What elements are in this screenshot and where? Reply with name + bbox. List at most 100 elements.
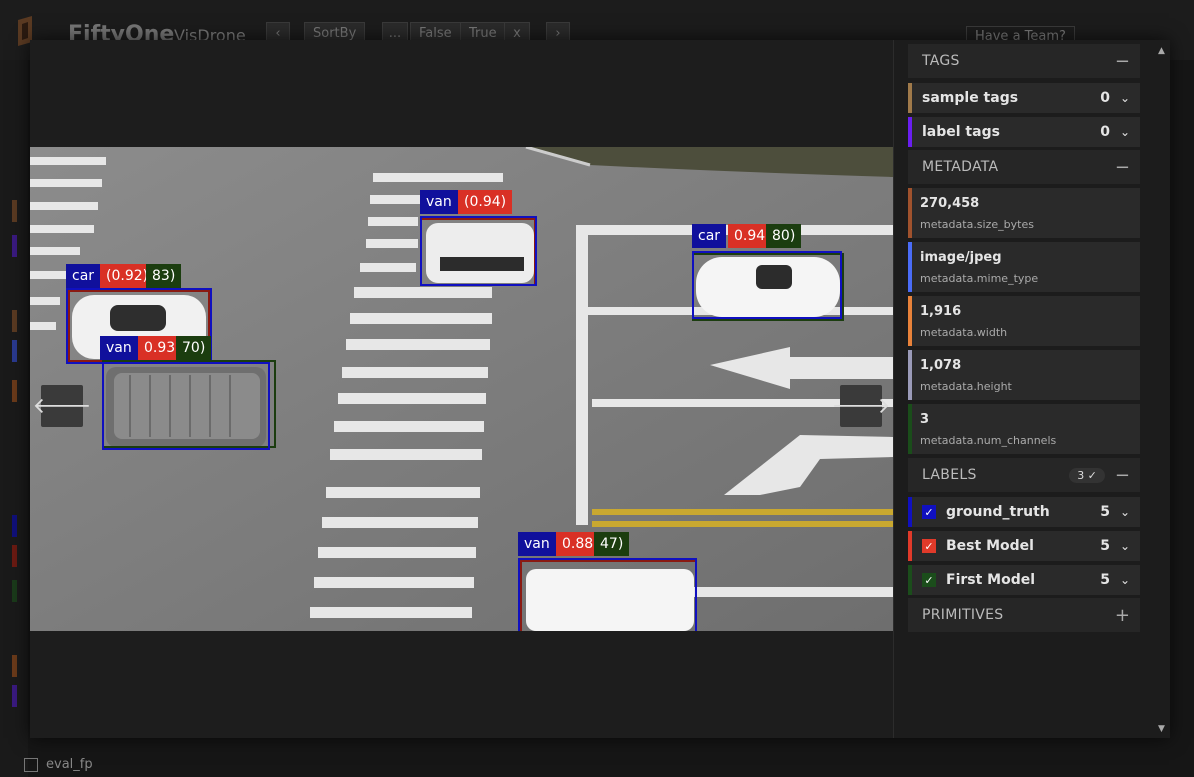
selected-count-badge[interactable]: 3 ✓ — [1069, 467, 1105, 483]
field-label: Best Model — [946, 538, 1034, 554]
expand-icon[interactable]: + — [1115, 605, 1130, 626]
app-left-panel — [0, 60, 28, 777]
color-accent — [908, 117, 912, 147]
metadata-mime-type: image/jpeg metadata.mime_type — [908, 242, 1140, 292]
color-accent — [908, 404, 912, 454]
left-strip — [12, 685, 17, 707]
metadata-value: 3 — [920, 412, 930, 427]
collapse-icon[interactable]: − — [1115, 51, 1130, 72]
chevron-down-icon[interactable]: ⌄ — [1120, 505, 1130, 519]
chevron-down-icon[interactable]: ⌄ — [1120, 573, 1130, 587]
metadata-value: 270,458 — [920, 196, 980, 211]
field-count: 0 — [1100, 90, 1110, 106]
metadata-num-channels: 3 metadata.num_channels — [908, 404, 1140, 454]
metadata-size-bytes: 270,458 metadata.size_bytes — [908, 188, 1140, 238]
sidebar-item-ground-truth[interactable]: ✓ ground_truth 5 ⌄ — [908, 497, 1140, 527]
labels-group-header[interactable]: LABELS 3 ✓ − — [908, 458, 1140, 492]
color-accent — [908, 242, 912, 292]
field-label: ground_truth — [946, 504, 1050, 520]
field-count: 5 — [1100, 572, 1110, 588]
color-accent — [908, 296, 912, 346]
metadata-key: metadata.num_channels — [920, 434, 1057, 447]
labels-controls: 3 ✓ − — [1069, 465, 1130, 486]
bbox-ground-truth[interactable] — [518, 558, 697, 631]
color-accent — [908, 350, 912, 400]
bottom-field-label: eval_fp — [46, 757, 93, 772]
metadata-height: 1,078 metadata.height — [908, 350, 1140, 400]
chevron-down-icon[interactable]: ⌄ — [1120, 125, 1130, 139]
metadata-value: image/jpeg — [920, 250, 1002, 265]
collapse-icon[interactable]: − — [1115, 157, 1130, 178]
field-label: sample tags — [922, 90, 1019, 106]
left-strip — [12, 235, 17, 257]
modal-sidebar: ▲ TAGS − sample tags 0 ⌄ label tags 0 ⌄ … — [893, 40, 1170, 738]
metadata-key: metadata.height — [920, 380, 1012, 393]
label-tag: car — [692, 224, 727, 248]
label-tag: van — [100, 336, 138, 360]
left-strip — [12, 545, 17, 567]
field-count: 5 — [1100, 538, 1110, 554]
left-strip — [12, 515, 17, 537]
sidebar-item-sample-tags[interactable]: sample tags 0 ⌄ — [908, 83, 1140, 113]
left-strip — [12, 580, 17, 602]
color-accent — [908, 83, 912, 113]
field-label: First Model — [946, 572, 1036, 588]
checkbox-icon[interactable]: ✓ — [922, 505, 936, 519]
sidebar-item-first-model[interactable]: ✓ First Model 5 ⌄ — [908, 565, 1140, 595]
sidebar-item-label-tags[interactable]: label tags 0 ⌄ — [908, 117, 1140, 147]
collapse-icon[interactable]: − — [1115, 465, 1130, 486]
left-strip — [12, 340, 17, 362]
bbox-ground-truth[interactable] — [102, 362, 270, 450]
arrow-right-icon: 🡒 — [831, 394, 891, 419]
metadata-key: metadata.mime_type — [920, 272, 1039, 285]
label-tag: car — [66, 264, 101, 288]
label-tag: 83) — [146, 264, 182, 288]
checkbox-icon[interactable]: ✓ — [922, 539, 936, 553]
scroll-up-icon[interactable]: ▲ — [1158, 46, 1165, 56]
color-accent — [908, 565, 912, 595]
metadata-value: 1,916 — [920, 304, 962, 319]
sidebar-item-best-model[interactable]: ✓ Best Model 5 ⌄ — [908, 531, 1140, 561]
group-title: TAGS — [922, 53, 960, 69]
chevron-down-icon[interactable]: ⌄ — [1120, 91, 1130, 105]
label-tag: van — [518, 532, 556, 556]
left-strip — [12, 655, 17, 677]
color-accent — [908, 497, 912, 527]
left-strip — [12, 200, 17, 222]
label-tag: van — [420, 190, 458, 214]
field-count: 5 — [1100, 504, 1110, 520]
sample-image[interactable]: car (0.92) 83) van (0.94) car 0.94) 80) … — [30, 147, 893, 631]
previous-sample-button[interactable]: 🡐 — [33, 385, 92, 427]
checkbox-icon[interactable] — [24, 757, 38, 772]
sample-modal: car (0.92) 83) van (0.94) car 0.94) 80) … — [30, 40, 1170, 738]
label-tag: 80) — [766, 224, 802, 248]
tags-group-header[interactable]: TAGS − — [908, 44, 1140, 78]
label-tag: (0.94) — [458, 190, 513, 214]
metadata-value: 1,078 — [920, 358, 962, 373]
bbox-ground-truth[interactable] — [692, 251, 842, 319]
sample-viewer: car (0.92) 83) van (0.94) car 0.94) 80) … — [30, 40, 893, 738]
bottom-field-item[interactable]: eval_fp — [24, 757, 93, 772]
bbox-ground-truth[interactable] — [420, 216, 537, 286]
group-title: LABELS — [922, 467, 977, 483]
checkbox-icon[interactable]: ✓ — [922, 573, 936, 587]
group-title: METADATA — [922, 159, 999, 175]
left-strip — [12, 380, 17, 402]
metadata-key: metadata.width — [920, 326, 1008, 339]
field-count: 0 — [1100, 124, 1110, 140]
scroll-down-icon[interactable]: ▼ — [1158, 724, 1165, 734]
left-strip — [12, 310, 17, 332]
metadata-width: 1,916 metadata.width — [908, 296, 1140, 346]
color-accent — [908, 188, 912, 238]
next-sample-button[interactable]: 🡒 — [832, 385, 891, 427]
arrow-left-icon: 🡐 — [32, 394, 92, 419]
label-tag: 70) — [176, 336, 212, 360]
metadata-group-header[interactable]: METADATA − — [908, 150, 1140, 184]
chevron-down-icon[interactable]: ⌄ — [1120, 539, 1130, 553]
color-accent — [908, 531, 912, 561]
field-label: label tags — [922, 124, 1000, 140]
metadata-key: metadata.size_bytes — [920, 218, 1034, 231]
primitives-group-header[interactable]: PRIMITIVES + — [908, 598, 1140, 632]
group-title: PRIMITIVES — [922, 607, 1004, 623]
label-tag: 47) — [594, 532, 630, 556]
